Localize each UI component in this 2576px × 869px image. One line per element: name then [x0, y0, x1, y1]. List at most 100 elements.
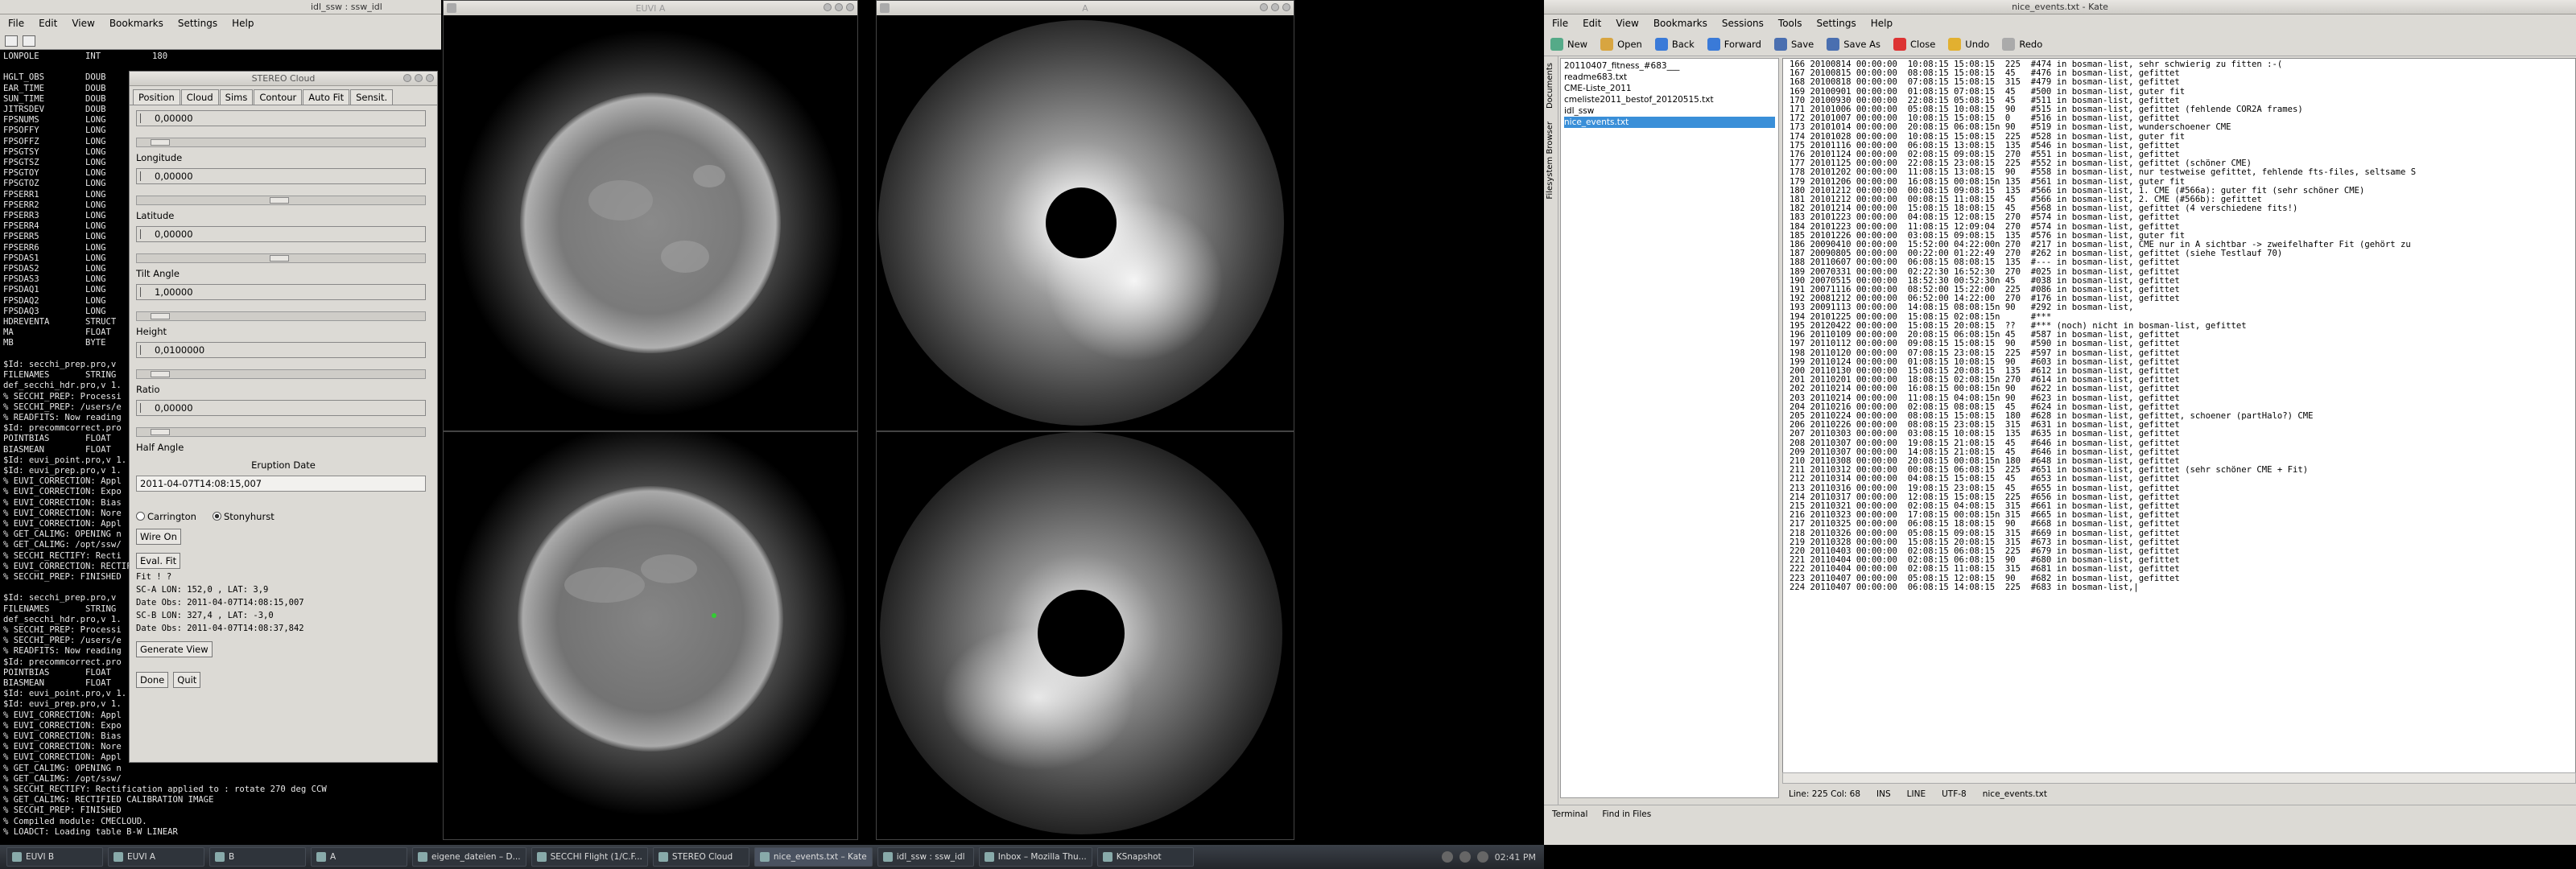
tree-item[interactable]: CME-Liste_2011 [1564, 83, 1775, 94]
menu-sessions[interactable]: Sessions [1722, 18, 1764, 29]
cor-b-window[interactable] [876, 431, 1294, 840]
close-icon[interactable] [426, 74, 434, 82]
clock[interactable]: 02:41 PM [1495, 852, 1536, 863]
stonyhurst-radio[interactable] [212, 512, 221, 521]
tree-item[interactable]: 20110407_fitness_#683___ [1564, 60, 1775, 72]
insert-mode[interactable]: INS [1876, 789, 1891, 799]
tab-cloud[interactable]: Cloud [180, 89, 219, 105]
editor-content[interactable]: 166 20100814 00:00:00 10:08:15 15:08:15 … [1783, 59, 2575, 592]
battery-icon[interactable] [1476, 851, 1488, 863]
slider-knob[interactable] [150, 313, 170, 319]
cor-a-window[interactable]: A [876, 0, 1294, 431]
tab-position[interactable]: Position [133, 89, 180, 105]
slider-knob[interactable] [150, 429, 170, 435]
menu-help[interactable]: Help [232, 18, 254, 29]
bottom-tab-find-in-files[interactable]: Find in Files [1602, 809, 1651, 819]
taskbar-item[interactable]: idl_ssw : ssw_idl [877, 847, 974, 867]
generate-view-button[interactable]: Generate View [136, 641, 213, 657]
window-menu-icon[interactable] [447, 3, 456, 13]
param-slider[interactable] [136, 427, 426, 437]
tab-contour[interactable]: Contour [254, 89, 303, 105]
done-button[interactable]: Done [136, 672, 169, 688]
kate-window[interactable]: nice_events.txt - Kate File Edit View Bookm… [1544, 0, 2576, 845]
param-field[interactable]: 0,00000 [136, 226, 426, 242]
tree-item[interactable]: readme683.txt [1564, 72, 1775, 83]
taskbar-item[interactable]: EUVI B [6, 847, 103, 867]
slider-knob[interactable] [150, 139, 170, 146]
menu-settings[interactable]: Settings [1816, 18, 1856, 29]
tab-auto-fit[interactable]: Auto Fit [303, 89, 350, 105]
slider-knob[interactable] [270, 255, 289, 262]
param-field[interactable]: 0,00000 [136, 400, 426, 416]
taskbar-item[interactable]: SECCHI Flight (1/C.F... [530, 847, 648, 867]
eval-fit-button[interactable]: Eval. Fit [136, 553, 181, 569]
save-as-button[interactable]: Save As [1827, 37, 1880, 51]
new-tab-icon[interactable] [5, 35, 18, 47]
maximize-icon[interactable] [1271, 3, 1279, 11]
taskbar-item[interactable]: nice_events.txt – Kate [753, 847, 873, 867]
taskbar-item[interactable]: A [311, 847, 407, 867]
back-button[interactable]: Back [1654, 37, 1695, 51]
file-tree[interactable]: 20110407_fitness_#683___ readme683.txt CM… [1560, 58, 1779, 798]
menu-file[interactable]: File [1552, 18, 1568, 29]
minimize-icon[interactable] [403, 74, 411, 82]
param-slider[interactable] [136, 369, 426, 379]
taskbar-item[interactable]: B [209, 847, 306, 867]
menu-help[interactable]: Help [1871, 18, 1893, 29]
close-icon[interactable] [1282, 3, 1290, 11]
menu-bookmarks[interactable]: Bookmarks [1653, 18, 1707, 29]
menu-file[interactable]: File [8, 18, 24, 29]
undo-button[interactable]: Undo [1948, 37, 1989, 51]
open-button[interactable]: Open [1600, 37, 1642, 51]
taskbar-item[interactable]: STEREO Cloud [652, 847, 749, 867]
save-button[interactable]: Save [1773, 37, 1814, 51]
minimize-icon[interactable] [824, 3, 832, 11]
wire-on-button[interactable]: Wire On [136, 529, 181, 545]
taskbar-item[interactable]: KSnapshot [1096, 847, 1194, 867]
quit-button[interactable]: Quit [173, 672, 201, 688]
split-view-icon[interactable] [23, 35, 35, 47]
menu-bookmarks[interactable]: Bookmarks [109, 18, 163, 29]
tree-item[interactable]: cmeliste2011_bestof_20120515.txt [1564, 94, 1775, 105]
side-tab-filesystem-browser[interactable]: Filesystem Browser [1544, 115, 1556, 206]
new-button[interactable]: New [1550, 37, 1587, 51]
maximize-icon[interactable] [415, 74, 423, 82]
close-icon[interactable] [846, 3, 854, 11]
window-menu-icon[interactable] [880, 3, 890, 13]
text-editor[interactable]: 166 20100814 00:00:00 10:08:15 15:08:15 … [1782, 58, 2576, 774]
side-tab-documents[interactable]: Documents [1544, 56, 1556, 115]
eruption-date-field[interactable]: 2011-04-07T14:08:15,007 [136, 476, 426, 492]
menu-edit[interactable]: Edit [1583, 18, 1601, 29]
slider-knob[interactable] [150, 371, 170, 377]
menu-tools[interactable]: Tools [1778, 18, 1802, 29]
taskbar-item[interactable]: EUVI A [108, 847, 204, 867]
carrington-option[interactable]: Carrington [136, 511, 196, 522]
param-field[interactable]: 1,00000 [136, 284, 426, 300]
close-button[interactable]: Close [1893, 37, 1935, 51]
tree-item[interactable]: nice_events.txt [1564, 117, 1775, 128]
tree-item[interactable]: idl_ssw [1564, 105, 1775, 117]
param-slider[interactable] [136, 253, 426, 263]
bottom-tab-terminal[interactable]: Terminal [1552, 809, 1587, 819]
horizontal-scrollbar[interactable] [1782, 772, 2576, 784]
maximize-icon[interactable] [835, 3, 843, 11]
forward-button[interactable]: Forward [1707, 37, 1761, 51]
selection-mode[interactable]: LINE [1907, 789, 1926, 799]
menu-view[interactable]: View [1616, 18, 1638, 29]
param-field[interactable]: 0,00000 [136, 110, 426, 126]
euvi-a-window[interactable]: EUVI A [443, 0, 858, 431]
menu-edit[interactable]: Edit [39, 18, 57, 29]
taskbar-item[interactable]: eigene_dateien – D... [412, 847, 526, 867]
menu-view[interactable]: View [72, 18, 94, 29]
taskbar-item[interactable]: Inbox – Mozilla Thu... [978, 847, 1092, 867]
param-slider[interactable] [136, 311, 426, 321]
carrington-radio[interactable] [136, 512, 145, 521]
redo-button[interactable]: Redo [2002, 37, 2042, 51]
param-field[interactable]: 0,00000 [136, 168, 426, 184]
param-slider[interactable] [136, 138, 426, 147]
param-slider[interactable] [136, 196, 426, 205]
param-field[interactable]: 0,0100000 [136, 342, 426, 358]
menu-settings[interactable]: Settings [178, 18, 217, 29]
minimize-icon[interactable] [1260, 3, 1268, 11]
stonyhurst-option[interactable]: Stonyhurst [212, 511, 275, 522]
